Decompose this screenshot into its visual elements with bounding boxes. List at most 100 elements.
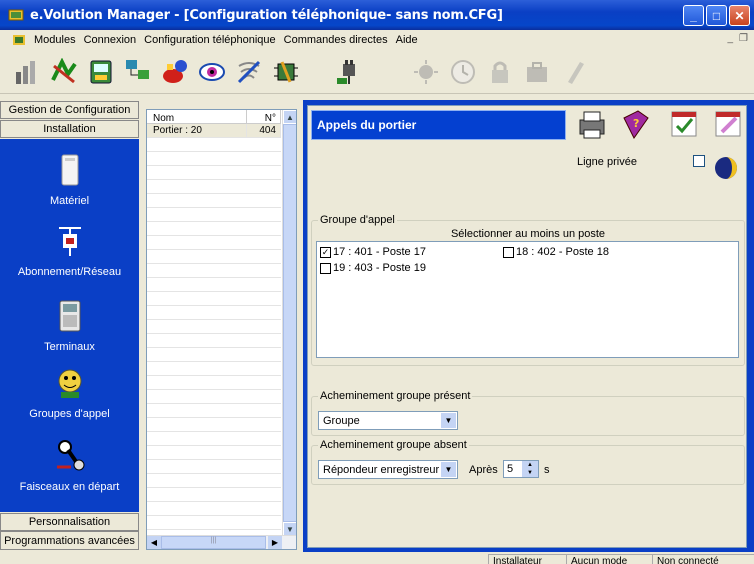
maximize-button[interactable]: □ xyxy=(706,5,727,26)
nav-item-groupes[interactable]: Groupes d'appel xyxy=(0,364,139,420)
status-bar: Installateur Aucun mode Non connecté xyxy=(0,554,754,564)
svg-text:?: ? xyxy=(633,117,639,130)
terminal-phone-icon xyxy=(53,297,87,335)
poste-19-checkbox[interactable] xyxy=(320,262,331,274)
nav-label-faisceaux: Faisceaux en départ xyxy=(19,481,120,493)
phone-disabled-icon[interactable] xyxy=(559,57,589,87)
menu-modules[interactable]: Modules xyxy=(30,34,80,46)
title-bar: e.Volution Manager - [Configuration télé… xyxy=(0,0,754,30)
poste-17-label: 17 : 401 - Poste 17 xyxy=(333,246,426,258)
select-hint: Sélectionner au moins un poste xyxy=(450,228,606,240)
gestion-config-header[interactable]: Gestion de Configuration xyxy=(0,101,139,119)
scroll-left-icon[interactable]: ◀ xyxy=(147,536,161,549)
hscroll-thumb[interactable]: ||| xyxy=(161,536,266,549)
toolbar xyxy=(0,50,754,94)
scroll-right-icon[interactable]: ▶ xyxy=(268,536,282,549)
nav-item-materiel[interactable]: Matériel xyxy=(0,151,139,207)
menu-bar: Modules Connexion Configuration téléphon… xyxy=(0,30,754,49)
poste-19-label: 19 : 403 - Poste 19 xyxy=(333,262,426,274)
col-header-num[interactable]: N° xyxy=(247,110,281,124)
view-eye-icon[interactable] xyxy=(197,57,227,87)
printer-icon[interactable] xyxy=(575,107,609,141)
minimize-button[interactable]: _ xyxy=(683,5,704,26)
scroll-down-icon[interactable]: ▼ xyxy=(283,522,296,536)
absent-select-value: Répondeur enregistreur xyxy=(323,463,440,476)
connect-icon[interactable] xyxy=(49,57,79,87)
plug-icon[interactable] xyxy=(334,57,364,87)
chevron-down-icon[interactable]: ▼ xyxy=(441,462,456,477)
phone-config-icon[interactable] xyxy=(86,57,116,87)
close-button[interactable]: ✕ xyxy=(729,5,750,26)
mdi-restore-icon[interactable]: ❐ xyxy=(739,33,748,44)
clock-disabled-icon[interactable] xyxy=(448,57,478,87)
menu-connexion[interactable]: Connexion xyxy=(80,34,141,46)
spin-down-icon[interactable]: ▼ xyxy=(522,469,538,477)
row-num: 404 xyxy=(247,124,281,137)
bag-disabled-icon[interactable] xyxy=(522,57,552,87)
nav-item-abonnement[interactable]: Abonnement/Réseau xyxy=(0,222,139,278)
scroll-up-icon[interactable]: ▲ xyxy=(283,110,296,124)
col-header-nom[interactable]: Nom xyxy=(147,110,247,124)
menu-config-telephonique[interactable]: Configuration téléphonique xyxy=(140,34,280,46)
poste-18-label: 18 : 402 - Poste 18 xyxy=(516,246,609,258)
installation-tab[interactable]: Installation xyxy=(0,120,139,138)
menu-commandes-directes[interactable]: Commandes directes xyxy=(280,34,392,46)
poste-18[interactable]: 18 : 402 - Poste 18 xyxy=(503,246,609,258)
nav-label-abonnement: Abonnement/Réseau xyxy=(17,266,122,278)
edit-icon[interactable] xyxy=(711,107,745,141)
call-group-icon xyxy=(53,364,87,402)
portier-list: Nom N° Portier : 20 404 ▲ ▼ ◀ ||| ▶ xyxy=(146,109,297,550)
signal-icon[interactable] xyxy=(234,57,264,87)
poste-18-checkbox[interactable] xyxy=(503,246,514,258)
absent-select[interactable]: Répondeur enregistreur ▼ xyxy=(318,460,458,479)
poste-19[interactable]: 19 : 403 - Poste 19 xyxy=(320,262,426,274)
validate-icon[interactable] xyxy=(667,107,701,141)
mdi-doc-icon[interactable] xyxy=(12,34,26,46)
nav-label-materiel: Matériel xyxy=(49,195,90,207)
present-legend: Acheminement groupe présent xyxy=(318,390,473,402)
present-select-value: Groupe xyxy=(323,414,360,427)
paint-phone-icon[interactable] xyxy=(160,57,190,87)
apres-label: Après xyxy=(469,464,498,476)
modules-icon[interactable] xyxy=(12,57,42,87)
trunk-icon xyxy=(53,437,87,475)
window-title: e.Volution Manager - [Configuration télé… xyxy=(30,7,503,23)
row-name: Portier : 20 xyxy=(147,124,247,137)
status-mode: Aucun mode xyxy=(566,554,652,564)
list-hscrollbar[interactable]: ◀ ||| ▶ xyxy=(147,535,296,549)
chevron-down-icon[interactable]: ▼ xyxy=(441,413,456,428)
status-user: Installateur xyxy=(488,554,566,564)
personnalisation-tab[interactable]: Personnalisation xyxy=(0,513,139,531)
network-chip-icon[interactable] xyxy=(271,57,301,87)
nav-label-terminaux: Terminaux xyxy=(44,341,95,353)
nav-label-groupes: Groupes d'appel xyxy=(29,408,110,420)
vscroll-thumb[interactable] xyxy=(283,124,296,522)
ligne-privee-label: Ligne privée xyxy=(577,156,637,168)
help-book-icon[interactable]: ? xyxy=(619,107,653,141)
nav-item-faisceaux[interactable]: Faisceaux en départ xyxy=(0,437,139,493)
menu-aide[interactable]: Aide xyxy=(392,34,422,46)
poste-selection-box xyxy=(316,241,739,358)
list-vscrollbar[interactable]: ▲ ▼ xyxy=(282,110,296,536)
apres-spinner[interactable]: 5 ▲ ▼ xyxy=(503,460,539,478)
apres-unit: s xyxy=(544,464,550,476)
present-select[interactable]: Groupe ▼ xyxy=(318,411,458,430)
apres-value[interactable]: 5 xyxy=(504,463,522,475)
nav-panel: Matériel Abonnement/Réseau Terminaux Gro… xyxy=(0,139,139,512)
table-row[interactable]: Portier : 20 404 xyxy=(147,124,281,138)
night-mode-icon[interactable] xyxy=(709,151,743,185)
sun-disabled-icon[interactable] xyxy=(411,57,441,87)
mdi-minimize-icon[interactable]: _ xyxy=(727,33,733,44)
lock-disabled-icon[interactable] xyxy=(485,57,515,87)
poste-17[interactable]: ✓ 17 : 401 - Poste 17 xyxy=(320,246,426,258)
config-tree-icon[interactable] xyxy=(123,57,153,87)
network-plug-icon xyxy=(53,222,87,260)
status-connection: Non connecté xyxy=(652,554,754,564)
poste-17-checkbox[interactable]: ✓ xyxy=(320,246,331,258)
nav-item-terminaux[interactable]: Terminaux xyxy=(0,297,139,353)
ligne-privee-checkbox[interactable] xyxy=(693,155,705,167)
spin-up-icon[interactable]: ▲ xyxy=(522,461,538,469)
hardware-icon xyxy=(53,151,87,189)
programmations-avancees-tab[interactable]: Programmations avancées xyxy=(0,531,139,550)
absent-legend: Acheminement groupe absent xyxy=(318,439,469,451)
